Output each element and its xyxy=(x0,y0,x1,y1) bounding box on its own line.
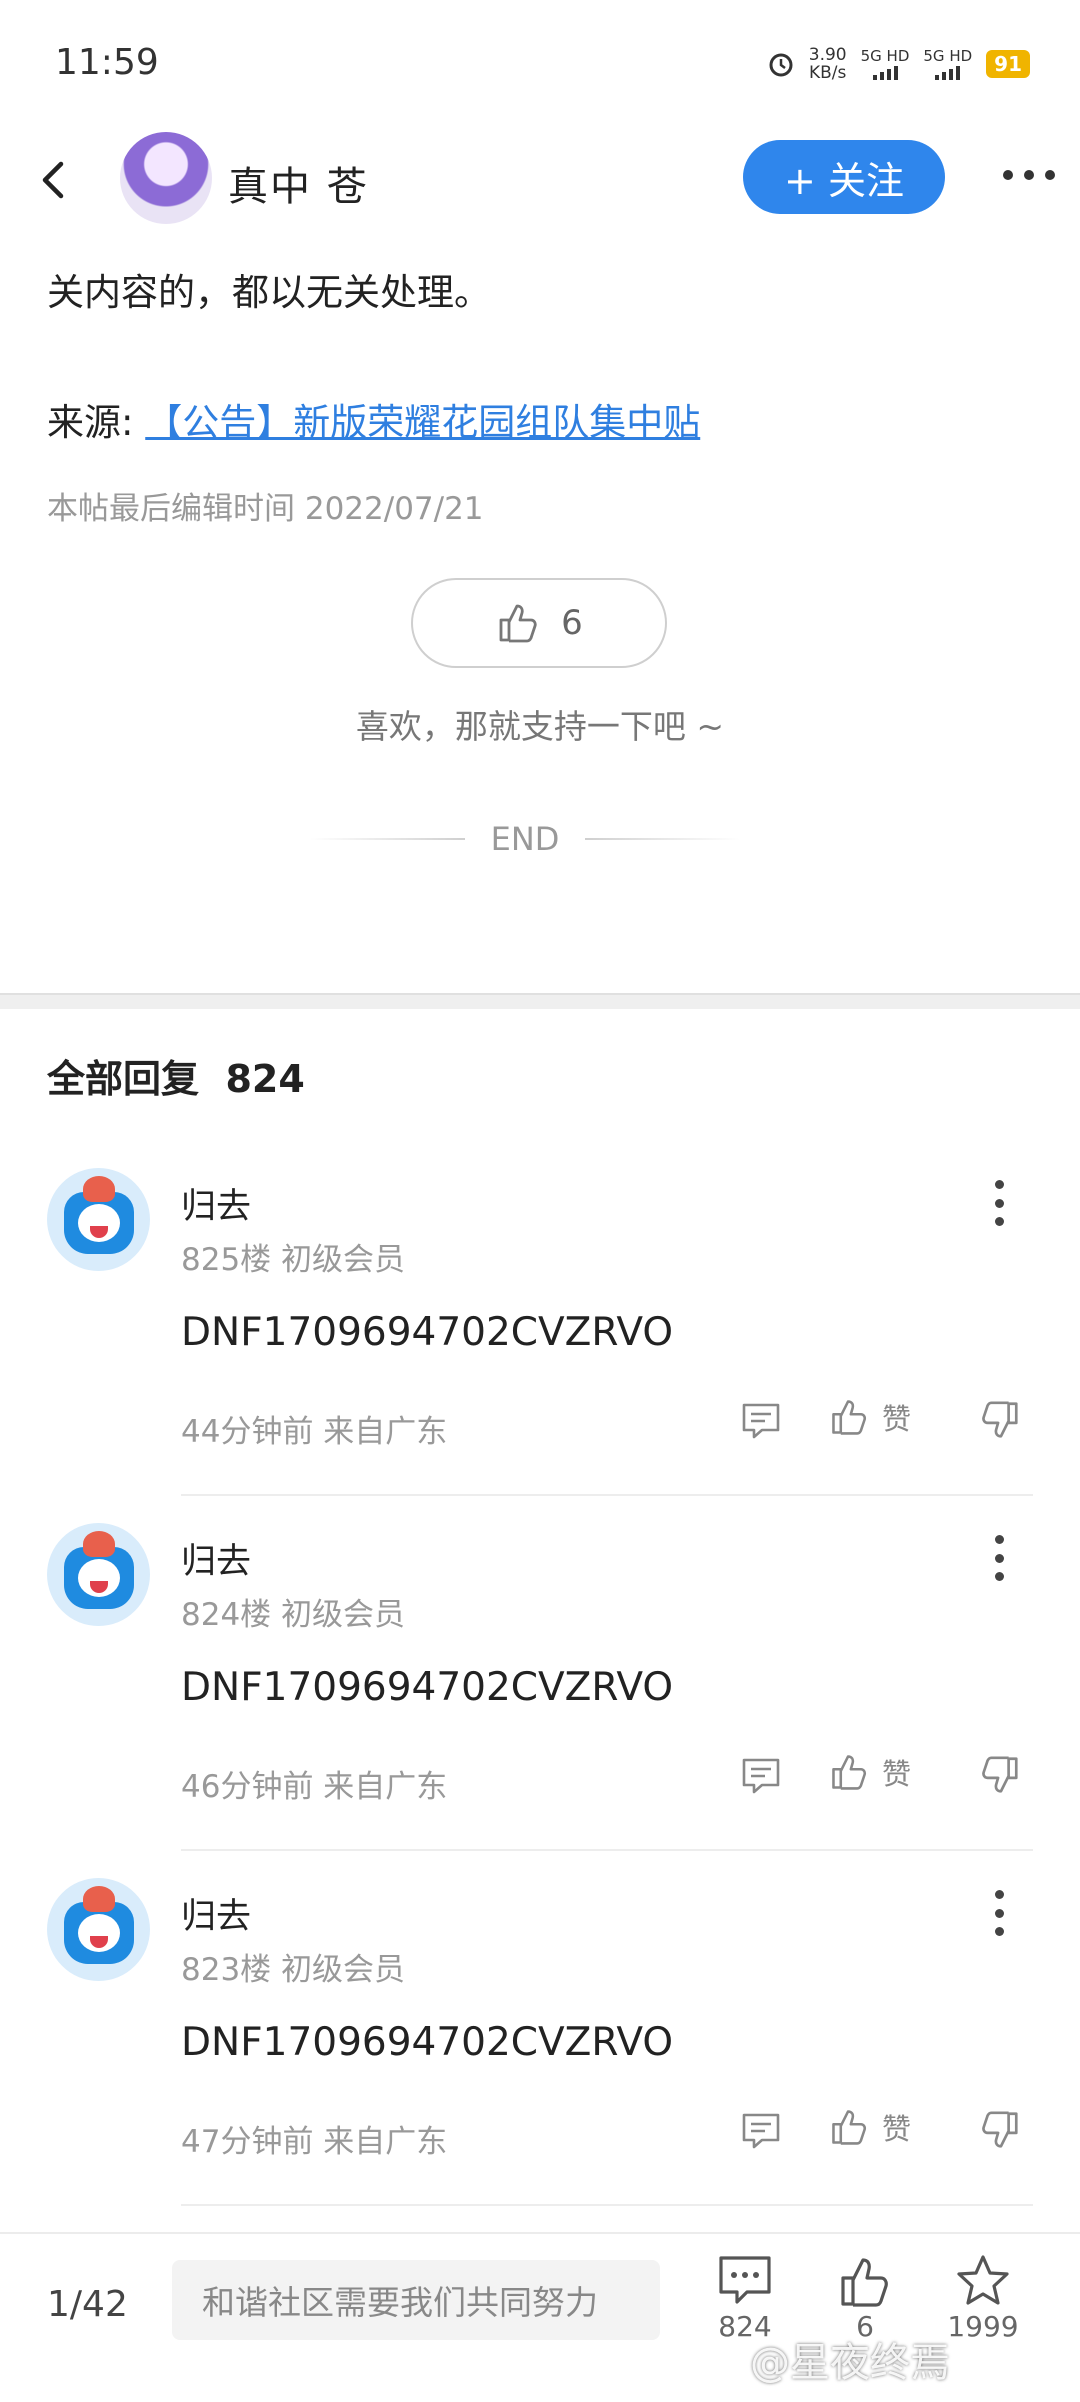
author-avatar[interactable] xyxy=(120,132,212,224)
comment-icon[interactable] xyxy=(740,1755,782,1797)
reply-more-icon[interactable] xyxy=(992,1535,1006,1581)
replies-count: 824 xyxy=(225,1057,305,1101)
reply-separator xyxy=(181,2204,1033,2206)
reply-like-button[interactable]: 赞 xyxy=(828,1396,911,1438)
reply-item: 归去 824楼 初级会员 DNF1709694702CVZRVO 46分钟前 来… xyxy=(0,1523,1080,1878)
sim1-label: 5G HD xyxy=(860,47,910,65)
status-bar: 11:59 3.90 KB/s 5G HD 5G HD 91 xyxy=(0,0,1080,130)
reply-like-label: 赞 xyxy=(882,1757,912,1791)
status-time: 11:59 xyxy=(55,42,159,83)
replies-title: 全部回复 xyxy=(47,1057,200,1101)
post-like-button[interactable]: 6 xyxy=(411,578,667,668)
support-prompt: 喜欢，那就支持一下吧 ~ xyxy=(355,707,725,746)
sim2-signal: 5G HD xyxy=(923,48,972,80)
follow-button[interactable]: + 关注 xyxy=(743,140,945,214)
source-link[interactable]: 【公告】新版荣耀花园组队集中贴 xyxy=(145,401,700,444)
reply-time: 47分钟前 来自广东 xyxy=(181,2124,448,2160)
end-label: END xyxy=(490,820,560,858)
comment-icon[interactable] xyxy=(740,2110,782,2152)
reply-more-icon[interactable] xyxy=(992,1180,1006,1226)
reply-author[interactable]: 归去 xyxy=(181,1533,251,1584)
thumbs-down-icon[interactable] xyxy=(978,1753,1022,1797)
battery-indicator: 91 xyxy=(986,50,1030,78)
favorites-count: 1999 xyxy=(947,2310,1019,2343)
reply-time: 46分钟前 来自广东 xyxy=(181,1769,448,1805)
thumbs-up-icon xyxy=(499,604,537,643)
post-header: 真中 苍 + 关注 xyxy=(0,130,1080,230)
reply-text: DNF1709694702CVZRVO xyxy=(181,2020,674,2065)
thumbs-up-icon xyxy=(832,1400,867,1435)
reply-text: DNF1709694702CVZRVO xyxy=(181,1310,674,1355)
post-source: 来源: 【公告】新版荣耀花园组队集中贴 xyxy=(47,392,700,446)
net-speed: 3.90 KB/s xyxy=(809,46,847,82)
alarm-icon xyxy=(769,53,793,77)
reply-more-icon[interactable] xyxy=(992,1890,1006,1936)
reply-separator xyxy=(181,1849,1033,1851)
reply-item: 归去 825楼 初级会员 DNF1709694702CVZRVO 44分钟前 来… xyxy=(0,1168,1080,1523)
thumbs-down-icon[interactable] xyxy=(978,1398,1022,1442)
thumbs-down-icon[interactable] xyxy=(978,2108,1022,2152)
reply-like-button[interactable]: 赞 xyxy=(828,2106,911,2148)
star-icon xyxy=(957,2255,1009,2305)
author-name[interactable]: 真中 苍 xyxy=(228,154,369,212)
back-arrow-icon[interactable] xyxy=(35,160,71,200)
source-prefix: 来源: xyxy=(47,401,146,444)
reply-time: 44分钟前 来自广东 xyxy=(181,1414,448,1450)
sim2-label: 5G HD xyxy=(923,47,973,65)
signal-bars-icon xyxy=(935,64,961,80)
reply-like-label: 赞 xyxy=(882,1402,912,1436)
reply-like-button[interactable]: 赞 xyxy=(828,1751,911,1793)
reply-author[interactable]: 归去 xyxy=(181,1178,251,1229)
favorite-button[interactable]: 1999 xyxy=(938,2252,1028,2343)
reply-author[interactable]: 归去 xyxy=(181,1888,251,1939)
end-divider-right xyxy=(585,838,741,840)
edit-time: 本帖最后编辑时间 2022/07/21 xyxy=(47,491,484,527)
reply-floor-meta: 825楼 初级会员 xyxy=(181,1242,406,1278)
more-options-icon[interactable] xyxy=(1003,170,1055,184)
signal-bars-icon xyxy=(872,64,898,80)
comment-icon[interactable] xyxy=(740,1400,782,1442)
post-content-text: 关内容的，都以无关处理。 xyxy=(47,271,491,314)
net-speed-value: 3.90 xyxy=(808,45,847,65)
status-icons: 3.90 KB/s 5G HD 5G HD 91 xyxy=(767,46,1030,82)
reply-avatar[interactable] xyxy=(47,1523,150,1626)
thumbs-up-icon xyxy=(841,2258,888,2307)
reply-avatar[interactable] xyxy=(47,1878,150,1981)
thumbs-up-icon xyxy=(832,2110,867,2145)
section-divider xyxy=(0,993,1080,1009)
reply-avatar[interactable] xyxy=(47,1168,150,1271)
replies-header: 全部回复 824 xyxy=(47,1048,305,1103)
post-like-count: 6 xyxy=(561,603,583,643)
watermark: @星夜终焉 xyxy=(750,2340,950,2386)
page-indicator[interactable]: 1/42 xyxy=(47,2284,128,2325)
comment-input[interactable]: 和谐社区需要我们共同努力 xyxy=(172,2260,660,2340)
reply-item: 归去 823楼 初级会员 DNF1709694702CVZRVO 47分钟前 来… xyxy=(0,1878,1080,2233)
reply-text: DNF1709694702CVZRVO xyxy=(181,1665,674,1710)
end-divider-left xyxy=(310,838,465,840)
thumbs-up-icon xyxy=(832,1755,867,1790)
sim1-signal: 5G HD xyxy=(860,47,910,80)
net-speed-unit: KB/s xyxy=(808,63,847,83)
comment-bubble-icon xyxy=(719,2256,771,2304)
reply-like-label: 赞 xyxy=(882,2112,912,2146)
reply-floor-meta: 823楼 初级会员 xyxy=(181,1952,406,1988)
reply-separator xyxy=(181,1494,1033,1496)
reply-floor-meta: 824楼 初级会员 xyxy=(181,1597,406,1633)
end-marker: END xyxy=(310,820,741,858)
